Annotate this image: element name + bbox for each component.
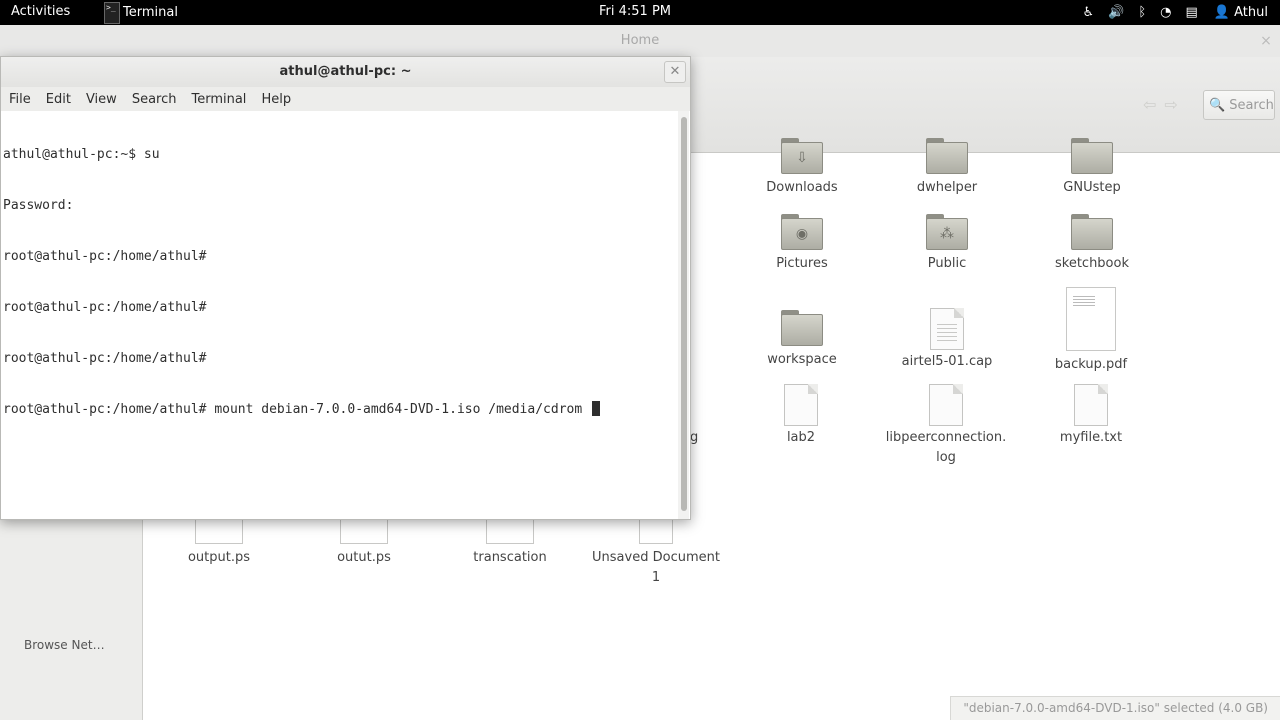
clipboard-icon[interactable]: ▤ xyxy=(1186,0,1198,25)
file-outut-ps[interactable]: outut.ps xyxy=(294,520,434,568)
terminal-close-icon[interactable]: ✕ xyxy=(664,61,686,83)
activities-button[interactable]: Activities xyxy=(11,4,70,19)
terminal-app-icon: >_ xyxy=(104,1,120,24)
terminal-line: root@athul-pc:/home/athul# xyxy=(3,249,207,264)
file-sketchbook[interactable]: sketchbook xyxy=(1022,214,1162,274)
file-downloads[interactable]: ⇩ Downloads xyxy=(732,138,872,198)
menu-help[interactable]: Help xyxy=(261,92,291,107)
bluetooth-icon[interactable]: ᛒ xyxy=(1138,0,1146,25)
terminal-window: athul@athul-pc: ~ ✕ File Edit View Searc… xyxy=(0,56,691,520)
file-public[interactable]: ⁂ Public xyxy=(877,214,1017,274)
accessibility-icon[interactable]: ♿ xyxy=(1083,0,1095,25)
terminal-line: athul@athul-pc:~$ su xyxy=(3,147,160,162)
file-myfile-txt[interactable]: myfile.txt xyxy=(1021,384,1161,448)
document-icon xyxy=(639,520,673,544)
file-airtel5-01-cap[interactable]: airtel5-01.cap xyxy=(877,308,1017,372)
system-tray: ♿ 🔊 ᛒ ◔ ▤ 👤 Athul xyxy=(1083,0,1268,25)
folder-icon: ⁂ xyxy=(926,214,968,250)
file-backup-pdf[interactable]: backup.pdf xyxy=(1021,287,1161,375)
sidebar-item-browse-network[interactable]: Browse Net… xyxy=(24,638,105,652)
file-pictures[interactable]: ◉ Pictures xyxy=(732,214,872,274)
app-menu-label: Terminal xyxy=(123,5,178,20)
wifi-icon[interactable]: ◔ xyxy=(1160,0,1171,25)
current-command: root@athul-pc:/home/athul# mount debian-… xyxy=(3,402,590,417)
terminal-prompt-line: root@athul-pc:/home/athul# mount debian-… xyxy=(3,401,678,418)
user-name: Athul xyxy=(1234,5,1268,20)
back-arrow-icon[interactable]: ⇦ xyxy=(1143,95,1156,114)
terminal-line: root@athul-pc:/home/athul# xyxy=(3,300,207,315)
file-manager-close-icon[interactable]: × xyxy=(1258,33,1274,49)
document-icon xyxy=(486,520,534,544)
file-output-ps[interactable]: output.ps xyxy=(149,520,289,568)
menu-search[interactable]: Search xyxy=(132,92,177,107)
terminal-title: athul@athul-pc: ~ xyxy=(279,64,412,79)
document-icon xyxy=(930,308,964,350)
user-icon: 👤 xyxy=(1213,5,1230,20)
folder-icon xyxy=(926,138,968,174)
folder-icon: ⇩ xyxy=(781,138,823,174)
app-menu[interactable]: >_ Terminal xyxy=(104,0,178,25)
menu-edit[interactable]: Edit xyxy=(46,92,71,107)
terminal-output[interactable]: athul@athul-pc:~$ su Password: root@athu… xyxy=(1,111,678,519)
search-icon: 🔍 xyxy=(1209,97,1226,113)
text-cursor xyxy=(592,401,600,416)
nav-arrows: ⇦ ⇨ xyxy=(1143,95,1178,114)
document-icon xyxy=(1074,384,1108,426)
file-dwhelper[interactable]: dwhelper xyxy=(877,138,1017,198)
scrollbar-thumb[interactable] xyxy=(681,117,687,511)
folder-icon: ◉ xyxy=(781,214,823,250)
menu-view[interactable]: View xyxy=(86,92,117,107)
volume-icon[interactable]: 🔊 xyxy=(1108,0,1124,25)
menu-terminal[interactable]: Terminal xyxy=(191,92,246,107)
clock[interactable]: Fri 4:51 PM xyxy=(599,4,671,19)
folder-icon xyxy=(1071,138,1113,174)
file-workspace[interactable]: workspace xyxy=(732,310,872,370)
file-transcation[interactable]: transcation xyxy=(440,520,580,568)
search-label: Search xyxy=(1229,97,1274,113)
document-icon xyxy=(340,520,388,544)
file-manager-titlebar[interactable]: Home xyxy=(0,25,1280,57)
file-unsaved-document-1[interactable]: Unsaved Document 1 xyxy=(586,520,726,588)
user-menu[interactable]: 👤 Athul xyxy=(1214,0,1268,25)
terminal-line: Password: xyxy=(3,198,74,213)
partial-file-label: g xyxy=(690,430,699,445)
document-icon xyxy=(784,384,818,426)
file-gnustep[interactable]: GNUstep xyxy=(1022,138,1162,198)
folder-icon xyxy=(1071,214,1113,250)
menu-file[interactable]: File xyxy=(9,92,31,107)
file-lab2[interactable]: lab2 xyxy=(731,384,871,448)
search-button[interactable]: 🔍 Search xyxy=(1203,90,1275,120)
file-libpeerconnection-log[interactable]: libpeerconnection. log xyxy=(876,384,1016,468)
terminal-titlebar[interactable]: athul@athul-pc: ~ xyxy=(1,57,690,87)
document-icon xyxy=(929,384,963,426)
terminal-scrollbar[interactable] xyxy=(678,111,689,519)
top-bar: Activities >_ Terminal Fri 4:51 PM ♿ 🔊 ᛒ… xyxy=(0,0,1280,25)
pdf-icon xyxy=(1066,287,1116,351)
document-icon xyxy=(195,520,243,544)
status-bar: "debian-7.0.0-amd64-DVD-1.iso" selected … xyxy=(950,696,1280,720)
terminal-line: root@athul-pc:/home/athul# xyxy=(3,351,207,366)
file-manager-title: Home xyxy=(620,33,660,48)
folder-icon xyxy=(781,310,823,346)
forward-arrow-icon[interactable]: ⇨ xyxy=(1164,95,1177,114)
terminal-menubar: File Edit View Search Terminal Help xyxy=(1,87,690,111)
